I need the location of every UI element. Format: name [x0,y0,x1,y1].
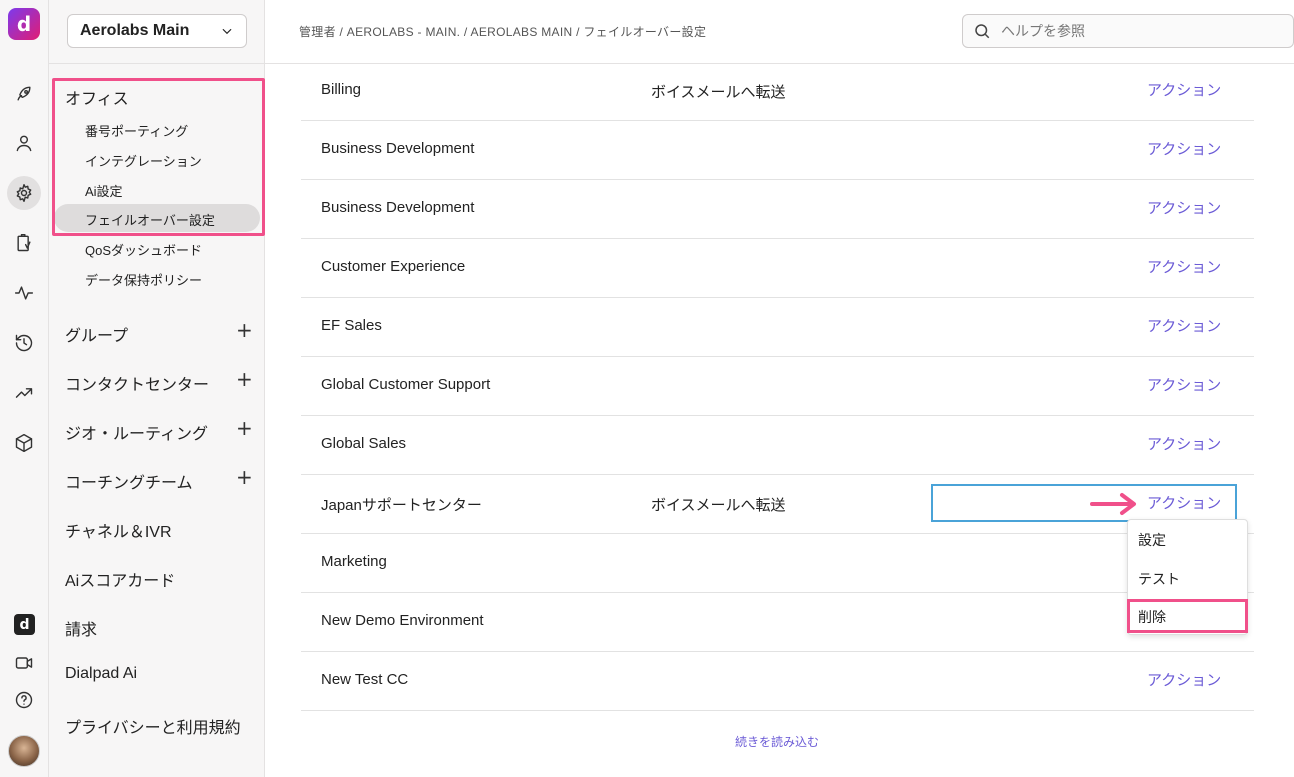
sidebar-item-qos-dashboard[interactable]: QoSダッシュボード [85,240,202,259]
action-link[interactable]: アクション [1147,256,1221,277]
dialpad-app-logo[interactable]: d [8,8,40,40]
row-name: Business Development [321,140,475,157]
gear-icon[interactable] [7,176,41,210]
table-row: Billing ボイスメールへ転送 アクション [301,62,1254,121]
row-name: Global Sales [321,435,407,452]
expand-plus-icon[interactable]: + [236,416,253,440]
row-name: Marketing [321,553,387,570]
action-link[interactable]: アクション [1147,79,1221,100]
sidebar-item-data-retention[interactable]: データ保持ポリシー [85,270,202,289]
logo-letter: d [16,12,32,36]
sidebar-section-channels-ivr[interactable]: チャネル＆IVR [65,518,172,542]
action-link[interactable]: アクション [1147,433,1221,454]
table-row: EF Sales アクション [301,298,1254,357]
expand-plus-icon[interactable]: + [236,367,253,391]
action-focus-outline [931,484,1237,522]
sidebar-section-contact-center[interactable]: コンタクトセンター [65,371,209,395]
office-section-highlight [52,78,265,236]
row-name: Customer Experience [321,258,466,275]
delete-highlight [1127,599,1248,633]
row-name: EF Sales [321,317,382,334]
office-selector[interactable]: Aerolabs Main [67,14,247,48]
sidebar-section-ai-scorecard[interactable]: Aiスコアカード [65,567,175,591]
expand-plus-icon[interactable]: + [236,318,253,342]
rocket-icon[interactable] [7,77,41,111]
breadcrumb: 管理者 / AEROLABS - MAIN. / AEROLABS MAIN /… [299,25,707,39]
search-input[interactable] [1001,23,1281,39]
row-name: Business Development [321,199,475,216]
menu-item-test[interactable]: テスト [1138,569,1180,589]
help-search[interactable] [962,14,1294,48]
row-name: Global Customer Support [321,376,491,393]
video-icon[interactable] [7,646,41,680]
sidebar-section-dialpad-ai[interactable]: Dialpad Ai [65,665,137,683]
table-row: Business Development アクション [301,180,1254,239]
table-row: New Test CC アクション [301,652,1254,711]
row-name: Japanサポートセンター [321,497,482,514]
help-icon[interactable] [7,683,41,717]
divider [49,63,265,64]
load-more-link[interactable]: 続きを読み込む [735,733,819,750]
row-routing: ボイスメールへ転送 [651,497,786,514]
table-row: Customer Experience アクション [301,239,1254,298]
office-selector-label: Aerolabs Main [80,22,190,39]
avatar[interactable] [8,735,40,767]
table-row: Business Development アクション [301,121,1254,180]
cube-icon[interactable] [7,426,41,460]
table-row: Global Customer Support アクション [301,357,1254,416]
sidebar-section-coaching-team[interactable]: コーチングチーム [65,469,193,493]
menu-item-settings[interactable]: 設定 [1138,530,1166,550]
action-link[interactable]: アクション [1147,197,1221,218]
action-link[interactable]: アクション [1147,138,1221,159]
settings-sidebar: Aerolabs Main オフィス 番号ポーティング インテグレーション Ai… [49,0,265,777]
trending-icon[interactable] [7,376,41,410]
sidebar-section-privacy-terms[interactable]: プライバシーと利用規約 [65,714,241,738]
table-row: Global Sales アクション [301,416,1254,475]
sidebar-section-groups[interactable]: グループ [65,322,128,346]
clipboard-icon[interactable] [7,226,41,260]
dialpad-logo-letter: d [19,616,30,633]
dialpad-logo-icon[interactable]: d [14,614,35,635]
row-name: New Demo Environment [321,612,484,629]
activity-icon[interactable] [7,276,41,310]
row-name: Billing [321,81,362,98]
action-link[interactable]: アクション [1147,315,1221,336]
history-icon[interactable] [7,326,41,360]
chevron-down-icon [222,28,232,35]
user-icon[interactable] [7,126,41,160]
action-link[interactable]: アクション [1147,374,1221,395]
table-row: New Demo Environment [301,593,1254,652]
arrow-right-icon [1090,493,1136,515]
sidebar-section-billing[interactable]: 請求 [65,616,97,640]
row-routing: ボイスメールへ転送 [651,84,786,101]
icon-rail: d d [0,0,49,777]
sidebar-section-geo-routing[interactable]: ジオ・ルーティング [65,420,208,444]
expand-plus-icon[interactable]: + [236,465,253,489]
table-row: Marketing [301,534,1254,593]
search-icon [975,24,990,39]
action-link[interactable]: アクション [1147,669,1221,690]
row-name: New Test CC [321,671,409,688]
